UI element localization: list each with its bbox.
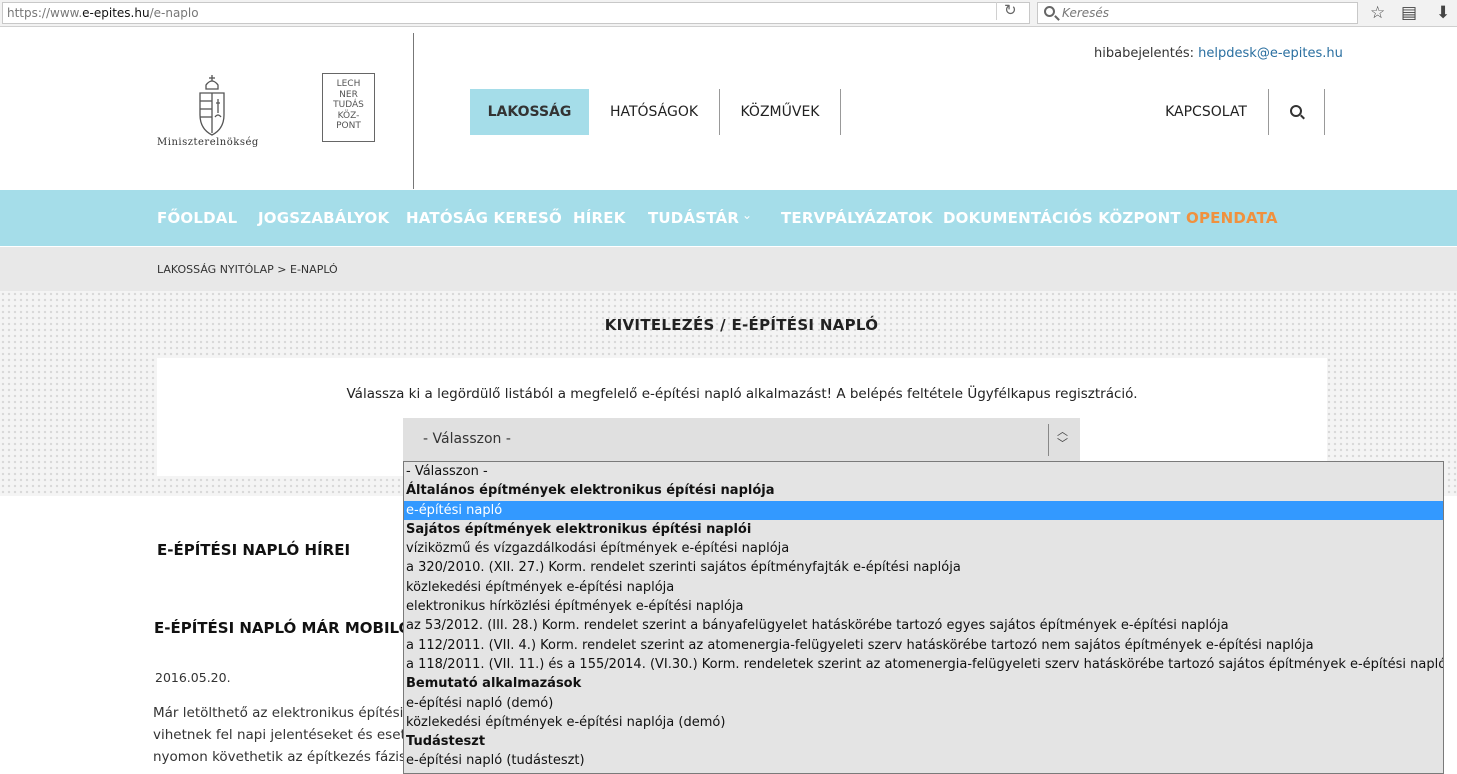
dropdown-option[interactable]: a 320/2010. (XII. 27.) Korm. rendelet sz… [404, 558, 1443, 577]
breadcrumb: LAKOSSÁG NYITÓLAP > E-NAPLÓ [0, 247, 1457, 291]
dropdown-option[interactable]: víziközmű és vízgazdálkodási építmények … [404, 539, 1443, 558]
coat-of-arms-icon[interactable] [192, 73, 232, 139]
news-section-title: E-ÉPÍTÉSI NAPLÓ HÍREI [157, 541, 351, 559]
article-line: Már letölthető az elektronikus építési n [153, 705, 408, 721]
menu-item-tervpalyazatok[interactable]: TERVPÁLYÁZATOK [781, 190, 933, 246]
lechner-logo[interactable]: LECH NER TUDÁS KÖZ- PONT [322, 73, 375, 142]
menu-item-jogszabalyok[interactable]: JOGSZABÁLYOK [258, 190, 389, 246]
helpdesk-info: hibabejelentés: helpdesk@e-epites.hu [1094, 46, 1343, 61]
header-divider [413, 33, 414, 189]
dropdown-group-header: Általános építmények elektronikus építés… [406, 483, 775, 499]
menu-item-opendata[interactable]: OPENDATA [1186, 190, 1278, 246]
helpdesk-label: hibabejelentés: [1094, 46, 1195, 61]
lechner-line: KÖZ- [337, 110, 360, 121]
chevron-down-icon[interactable]: ⌄ [742, 208, 752, 222]
article-line: vihetnek fel napi jelentéseket és eseti [153, 727, 408, 743]
naplo-dropdown-list[interactable]: - Válasszon - Általános építmények elekt… [403, 461, 1444, 774]
tab-lakossag[interactable]: LAKOSSÁG [470, 89, 589, 135]
dropdown-group-header: Bemutató alkalmazások [406, 676, 582, 692]
menu-item-hirek[interactable]: HÍREK [573, 190, 626, 246]
dropdown-option[interactable]: e-építési napló (demó) [404, 694, 1443, 713]
reload-icon[interactable]: ↻ [1004, 1, 1017, 19]
lechner-line: PONT [336, 121, 361, 131]
dropdown-group-header: Sajátos építmények elektronikus építési … [406, 521, 752, 537]
naplo-select[interactable]: - Válasszon - [403, 418, 1080, 461]
lechner-line: NER [339, 89, 358, 100]
article-title[interactable]: E-ÉPÍTÉSI NAPLÓ MÁR MOBILON [154, 619, 424, 637]
main-menu: FŐOLDAL JOGSZABÁLYOK HATÓSÁG KERESŐ HÍRE… [0, 190, 1457, 246]
url-path: /e-naplo [149, 6, 199, 20]
reading-list-icon[interactable]: ▤ [1401, 2, 1417, 24]
url-prefix: https://www. [7, 6, 83, 20]
select-arrows-icon[interactable]: ︿ ﹀ [1057, 426, 1068, 450]
menu-item-hatosag-kereso[interactable]: HATÓSÁG KERESŐ [406, 190, 562, 246]
article-line: nyomon követhetik az építkezés fázisait [153, 749, 408, 765]
article-excerpt: Már letölthető az elektronikus építési n… [153, 702, 408, 768]
ministry-label: Miniszterelnökség [157, 137, 259, 148]
dropdown-option[interactable]: az 53/2012. (III. 28.) Korm. rendelet sz… [404, 616, 1443, 635]
helpdesk-email-link[interactable]: helpdesk@e-epites.hu [1198, 46, 1343, 61]
dropdown-option-selected[interactable]: e-építési napló [404, 500, 1443, 520]
dropdown-option[interactable]: közlekedési építmények e-építési naplója [404, 578, 1443, 597]
nav-separator [1268, 89, 1269, 135]
page-title: KIVITELEZÉS / E-ÉPÍTÉSI NAPLÓ [604, 316, 879, 334]
dropdown-option[interactable]: e-építési napló (tudásteszt) [404, 751, 1443, 770]
breadcrumb-text[interactable]: LAKOSSÁG NYITÓLAP > E-NAPLÓ [157, 263, 338, 276]
menu-item-dokumentacios-kozpont[interactable]: DOKUMENTÁCIÓS KÖZPONT [943, 190, 1181, 246]
dropdown-option[interactable]: közlekedési építmények e-építési naplója… [404, 713, 1443, 732]
address-divider [996, 2, 997, 20]
lechner-line: LECH [336, 79, 361, 89]
browser-search-input[interactable]: Keresés [1037, 2, 1358, 24]
lechner-line: TUDÁS [333, 100, 364, 110]
dropdown-group-header: Tudásteszt [406, 734, 486, 750]
magnifier-icon [1044, 6, 1055, 17]
article-date: 2016.05.20. [155, 670, 231, 685]
browser-search-placeholder: Keresés [1062, 6, 1110, 20]
menu-item-tudastar[interactable]: TUDÁSTÁR [648, 190, 739, 246]
address-bar[interactable]: https://www.e-epites.hu/e-naplo [2, 2, 1030, 24]
menu-item-fooldal[interactable]: FŐOLDAL [157, 190, 237, 246]
tab-kozmuvek[interactable]: KÖZMŰVEK [727, 89, 833, 135]
url-host: e-epites.hu [82, 6, 150, 20]
instruction-text: Válassza ki a legördülő listából a megfe… [346, 386, 1138, 402]
dropdown-option[interactable]: - Válasszon - [404, 462, 1443, 481]
nav-separator [840, 89, 841, 135]
browser-toolbar: https://www.e-epites.hu/e-naplo ↻ Keresé… [0, 0, 1457, 27]
select-value: - Válasszon - [423, 431, 511, 447]
site-header: Miniszterelnökség LECH NER TUDÁS KÖZ- PO… [0, 33, 1457, 190]
nav-separator [1324, 89, 1325, 135]
dropdown-option[interactable]: elektronikus hírközlési építmények e-épí… [404, 597, 1443, 616]
tab-hatosagok[interactable]: HATÓSÁGOK [597, 89, 711, 135]
select-divider [1048, 424, 1049, 456]
dropdown-option[interactable]: a 112/2011. (VII. 4.) Korm. rendelet sze… [404, 636, 1443, 655]
download-icon[interactable]: ⬇ [1436, 2, 1450, 24]
bookmark-star-icon[interactable]: ☆ [1370, 2, 1385, 24]
site-search-icon[interactable] [1290, 105, 1302, 117]
nav-separator [719, 89, 720, 135]
dropdown-option[interactable]: a 118/2011. (VII. 11.) és a 155/2014. (V… [404, 655, 1443, 674]
tab-kapcsolat[interactable]: KAPCSOLAT [1150, 89, 1262, 135]
